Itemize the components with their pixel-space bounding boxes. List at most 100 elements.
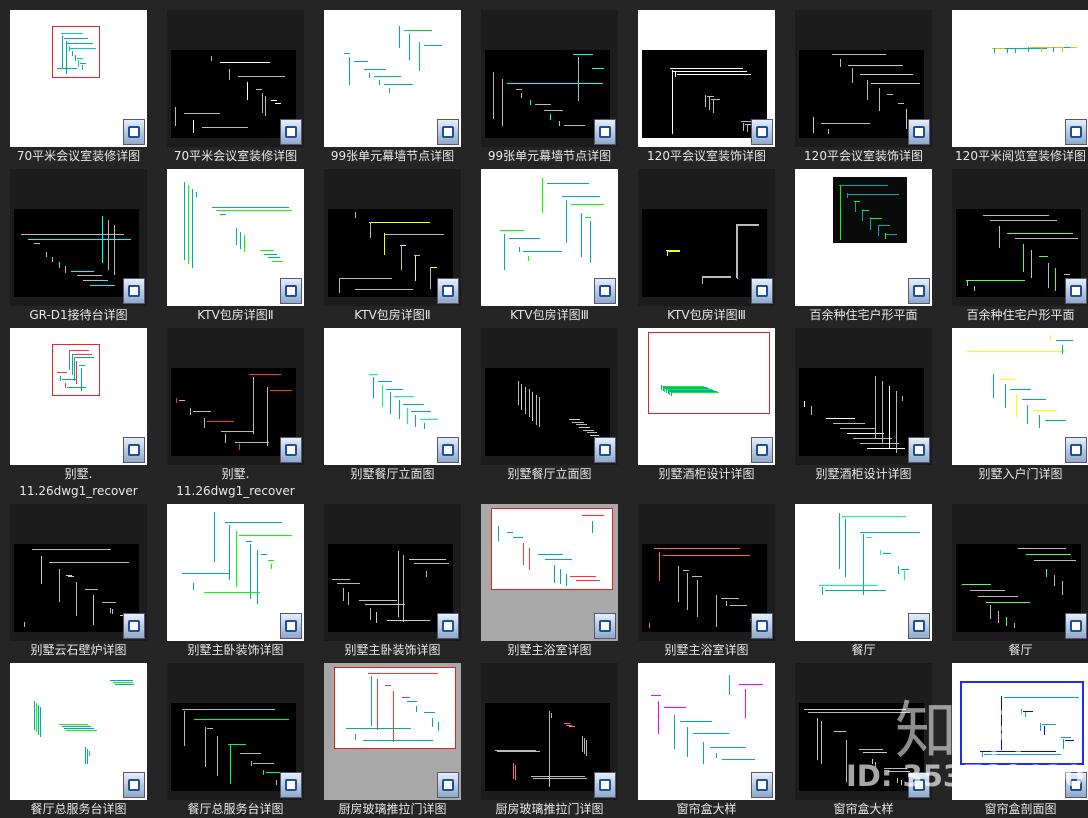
file-name-label[interactable]: 百余种住宅户形平面 <box>942 307 1088 324</box>
drawing-stroke <box>332 579 350 580</box>
file-name-label[interactable]: 窗帘盒大样 <box>628 801 785 818</box>
file-thumbnail[interactable] <box>638 663 775 800</box>
file-thumbnail[interactable] <box>795 169 932 306</box>
file-name-label[interactable]: 别墅酒柜设计详图 <box>785 466 942 483</box>
drawing-stroke <box>271 564 272 569</box>
file-name-label[interactable]: 餐厅总服务台详图 <box>157 801 314 818</box>
file-name-label[interactable]: 别墅入户门详图 <box>942 466 1088 483</box>
dwg-file-icon <box>1065 613 1087 639</box>
file-name-label[interactable]: 别墅主浴室详图 <box>628 642 785 659</box>
file-thumbnail[interactable] <box>481 10 618 147</box>
file-thumbnail[interactable] <box>167 10 304 147</box>
drawing-stroke <box>661 385 662 390</box>
file-name-label[interactable]: 70平米会议室装修详图 <box>157 148 314 165</box>
drawing-stroke <box>190 408 191 415</box>
file-name-label[interactable]: KTV包房详图Ⅱ <box>314 307 471 324</box>
drawing-stroke <box>407 408 408 424</box>
file-thumbnail[interactable] <box>167 169 304 306</box>
file-thumbnail[interactable] <box>952 328 1088 465</box>
file-thumbnail[interactable] <box>324 169 461 306</box>
drawing-stroke <box>184 711 185 746</box>
file-name-label[interactable]: 99张单元幕墙节点详图 <box>314 148 471 165</box>
file-name-label[interactable]: 别墅酒柜设计详图 <box>628 466 785 483</box>
file-thumbnail[interactable] <box>10 328 147 465</box>
file-thumbnail[interactable] <box>167 663 304 800</box>
file-name-label[interactable]: 厨房玻璃推拉门详图 <box>471 801 628 818</box>
file-thumbnail[interactable] <box>324 328 461 465</box>
drawing-stroke <box>584 738 585 754</box>
drawing-stroke <box>110 608 111 613</box>
file-name-label[interactable]: 别墅. 11.26dwg1_recover <box>157 466 314 500</box>
file-thumbnail[interactable] <box>10 10 147 147</box>
file-thumbnail[interactable] <box>638 169 775 306</box>
file-thumbnail[interactable] <box>167 504 304 641</box>
drawing-stroke <box>587 432 597 433</box>
file-name-label[interactable]: 别墅餐厅立面图 <box>314 466 471 483</box>
drawing-stroke <box>551 713 552 718</box>
file-thumbnail[interactable] <box>10 169 147 306</box>
file-name-label[interactable]: GR-D1接待台详图 <box>0 307 157 324</box>
drawing-stroke <box>204 418 205 428</box>
drawing-stroke <box>834 731 846 732</box>
drawing-stroke <box>389 88 390 93</box>
file-name-label[interactable]: 70平米会议室装修详图 <box>0 148 157 165</box>
file-thumbnail[interactable] <box>952 10 1088 147</box>
file-thumbnail[interactable] <box>638 504 775 641</box>
file-name-label[interactable]: 别墅主卧装饰详图 <box>314 642 471 659</box>
drawing-stroke <box>569 419 580 420</box>
file-thumbnail[interactable] <box>324 504 461 641</box>
file-name-label[interactable]: 厨房玻璃推拉门详图 <box>314 801 471 818</box>
file-name-label[interactable]: 百余种住宅户形平面 <box>785 307 942 324</box>
file-thumbnail[interactable] <box>324 663 461 800</box>
file-thumbnail[interactable] <box>324 10 461 147</box>
file-thumbnail[interactable] <box>795 328 932 465</box>
drawing-stroke <box>90 285 115 286</box>
drawing-stroke <box>384 233 385 255</box>
drawing-stroke <box>217 736 218 776</box>
file-name-label[interactable]: 别墅主卧装饰详图 <box>157 642 314 659</box>
drawing-stroke <box>545 559 572 560</box>
dwg-file-icon <box>437 437 459 463</box>
drawing-stroke <box>662 386 704 387</box>
file-name-label[interactable]: 120平会议室装饰详图 <box>628 148 785 165</box>
file-name-label[interactable]: 窗帘盒剖面图 <box>942 801 1088 818</box>
file-thumbnail[interactable] <box>952 504 1088 641</box>
drawing-stroke <box>194 719 289 720</box>
cad-drawing-preview <box>328 209 453 297</box>
cad-drawing-preview <box>171 368 296 456</box>
file-name-label[interactable]: KTV包房详图Ⅱ <box>157 307 314 324</box>
file-name-label[interactable]: 餐厅 <box>942 642 1088 659</box>
drawing-stroke <box>860 443 899 444</box>
file-name-label[interactable]: 餐厅总服务台详图 <box>0 801 157 818</box>
drawing-stroke <box>666 250 678 251</box>
dwg-file-icon <box>908 278 930 304</box>
file-thumbnail[interactable] <box>638 328 775 465</box>
file-name-label[interactable]: 120平米阅览室装修详图 <box>942 148 1088 165</box>
drawing-stroke <box>268 257 280 258</box>
file-thumbnail[interactable] <box>10 504 147 641</box>
file-name-label[interactable]: 别墅餐厅立面图 <box>471 466 628 483</box>
file-name-label[interactable]: 别墅云石壁炉详图 <box>0 642 157 659</box>
file-thumbnail[interactable] <box>481 169 618 306</box>
file-name-label[interactable]: 别墅主浴室详图 <box>471 642 628 659</box>
drawing-stroke <box>1039 256 1048 257</box>
file-thumbnail[interactable] <box>481 663 618 800</box>
file-thumbnail[interactable] <box>795 10 932 147</box>
file-name-label[interactable]: 餐厅 <box>785 642 942 659</box>
file-thumbnail[interactable] <box>638 10 775 147</box>
file-thumbnail[interactable] <box>481 328 618 465</box>
file-thumbnail[interactable] <box>952 169 1088 306</box>
file-name-label[interactable]: 窗帘盒大样 <box>785 801 942 818</box>
drawing-stroke <box>253 763 274 764</box>
file-thumbnail[interactable] <box>481 504 618 641</box>
file-name-label[interactable]: KTV包房详图Ⅲ <box>471 307 628 324</box>
file-thumbnail[interactable] <box>10 663 147 800</box>
file-name-label[interactable]: 别墅. 11.26dwg1_recover <box>0 466 157 500</box>
file-thumbnail[interactable] <box>167 328 304 465</box>
file-name-label[interactable]: KTV包房详图Ⅲ <box>628 307 785 324</box>
file-name-label[interactable]: 99张单元幕墙节点详图 <box>471 148 628 165</box>
file-thumbnail[interactable] <box>795 504 932 641</box>
drawing-stroke <box>721 598 739 599</box>
file-name-label[interactable]: 120平会议室装饰详图 <box>785 148 942 165</box>
drawing-stroke <box>813 117 814 133</box>
